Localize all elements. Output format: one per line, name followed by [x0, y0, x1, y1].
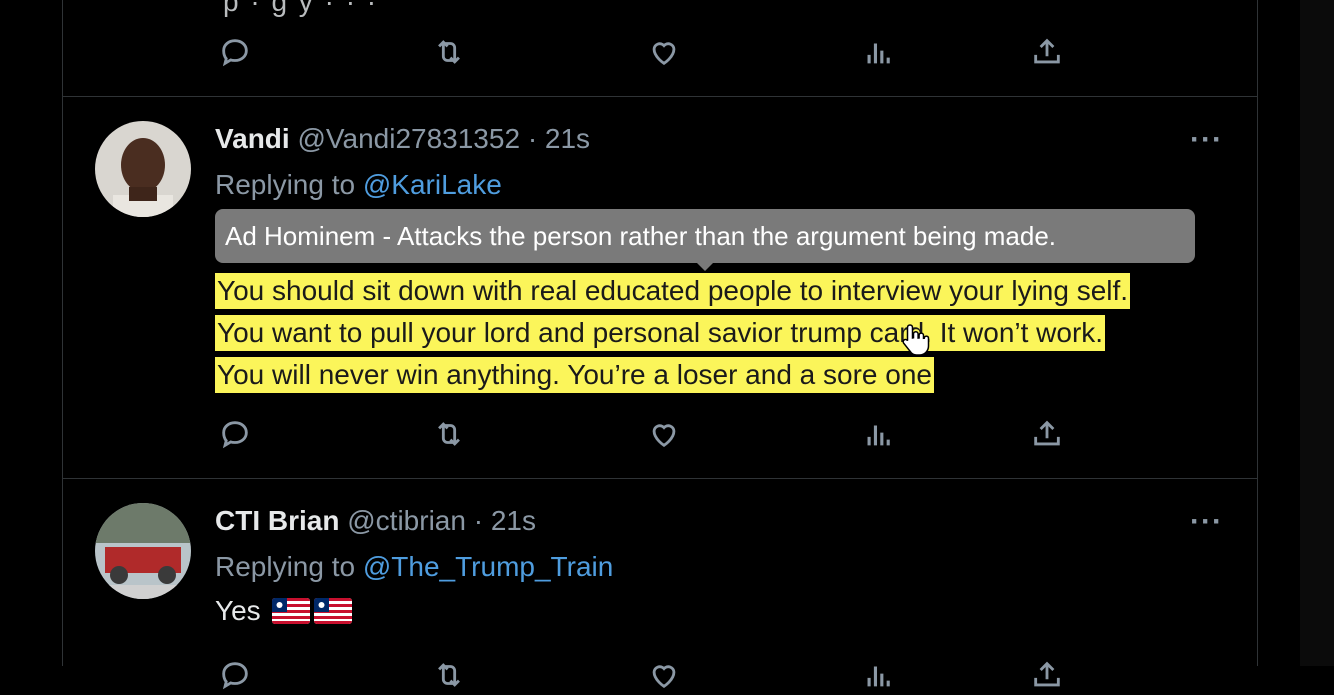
share-icon[interactable] [1027, 655, 1067, 695]
tweet-text: Yes [215, 595, 353, 627]
views-icon[interactable] [859, 655, 899, 695]
retweet-icon[interactable] [429, 414, 469, 454]
tweet-partial[interactable]: p · g y · · · [63, 0, 1257, 97]
views-icon[interactable] [859, 32, 899, 72]
tweet-ctibrian[interactable]: CTI Brian @ctibrian · 21s ··· Replying t… [63, 479, 1257, 690]
hand-cursor-icon [902, 324, 930, 356]
replying-label: Replying to [215, 551, 356, 582]
more-options-icon[interactable]: ··· [1190, 505, 1223, 539]
flag-liberia-icon [272, 598, 311, 624]
tweet-actions [215, 655, 1060, 695]
share-icon[interactable] [1027, 32, 1067, 72]
tweet-header: Vandi @Vandi27831352 · 21s [215, 123, 590, 155]
scrollbar-track[interactable] [1300, 0, 1334, 666]
tweet-actions [215, 32, 1060, 72]
like-icon[interactable] [644, 655, 684, 695]
avatar[interactable] [95, 121, 191, 217]
like-icon[interactable] [644, 32, 684, 72]
timestamp[interactable]: · 21s [474, 505, 536, 536]
tweet-text: You should sit down with real educated p… [215, 271, 1131, 397]
tweet-text-content: Yes [215, 595, 261, 626]
reply-icon[interactable] [215, 32, 255, 72]
mention-link[interactable]: @KariLake [363, 169, 502, 200]
user-handle[interactable]: @ctibrian [347, 505, 466, 536]
highlighted-text-line: You will never win anything. You’re a lo… [215, 357, 934, 393]
retweet-icon[interactable] [429, 655, 469, 695]
tweet-vandi[interactable]: Vandi @Vandi27831352 · 21s ··· Replying … [63, 97, 1257, 479]
flag-liberia-icon [314, 598, 353, 624]
views-icon[interactable] [859, 414, 899, 454]
fallacy-tooltip: Ad Hominem - Attacks the person rather t… [215, 209, 1195, 271]
avatar[interactable] [95, 503, 191, 599]
tweet-header: CTI Brian @ctibrian · 21s [215, 505, 536, 537]
like-icon[interactable] [644, 414, 684, 454]
more-options-icon[interactable]: ··· [1190, 123, 1223, 157]
display-name[interactable]: CTI Brian [215, 505, 339, 536]
display-name[interactable]: Vandi [215, 123, 290, 154]
share-icon[interactable] [1027, 414, 1067, 454]
replying-label: Replying to [215, 169, 356, 200]
timestamp[interactable]: · 21s [528, 123, 590, 154]
retweet-icon[interactable] [429, 32, 469, 72]
replying-to: Replying to @The_Trump_Train [215, 551, 613, 583]
timeline-feed: p · g y · · · Vandi @Vandi27831352 · 21s… [62, 0, 1258, 690]
reply-icon[interactable] [215, 655, 255, 695]
user-handle[interactable]: @Vandi27831352 [297, 123, 520, 154]
highlighted-text-line: You want to pull your lord and personal … [215, 315, 1106, 351]
reply-icon[interactable] [215, 414, 255, 454]
highlighted-text-line: You should sit down with real educated p… [215, 273, 1131, 309]
tweet-partial-text: p · g y · · · [223, 0, 379, 17]
mention-link[interactable]: @The_Trump_Train [363, 551, 613, 582]
replying-to: Replying to @KariLake [215, 169, 502, 201]
tweet-actions [215, 414, 1060, 454]
